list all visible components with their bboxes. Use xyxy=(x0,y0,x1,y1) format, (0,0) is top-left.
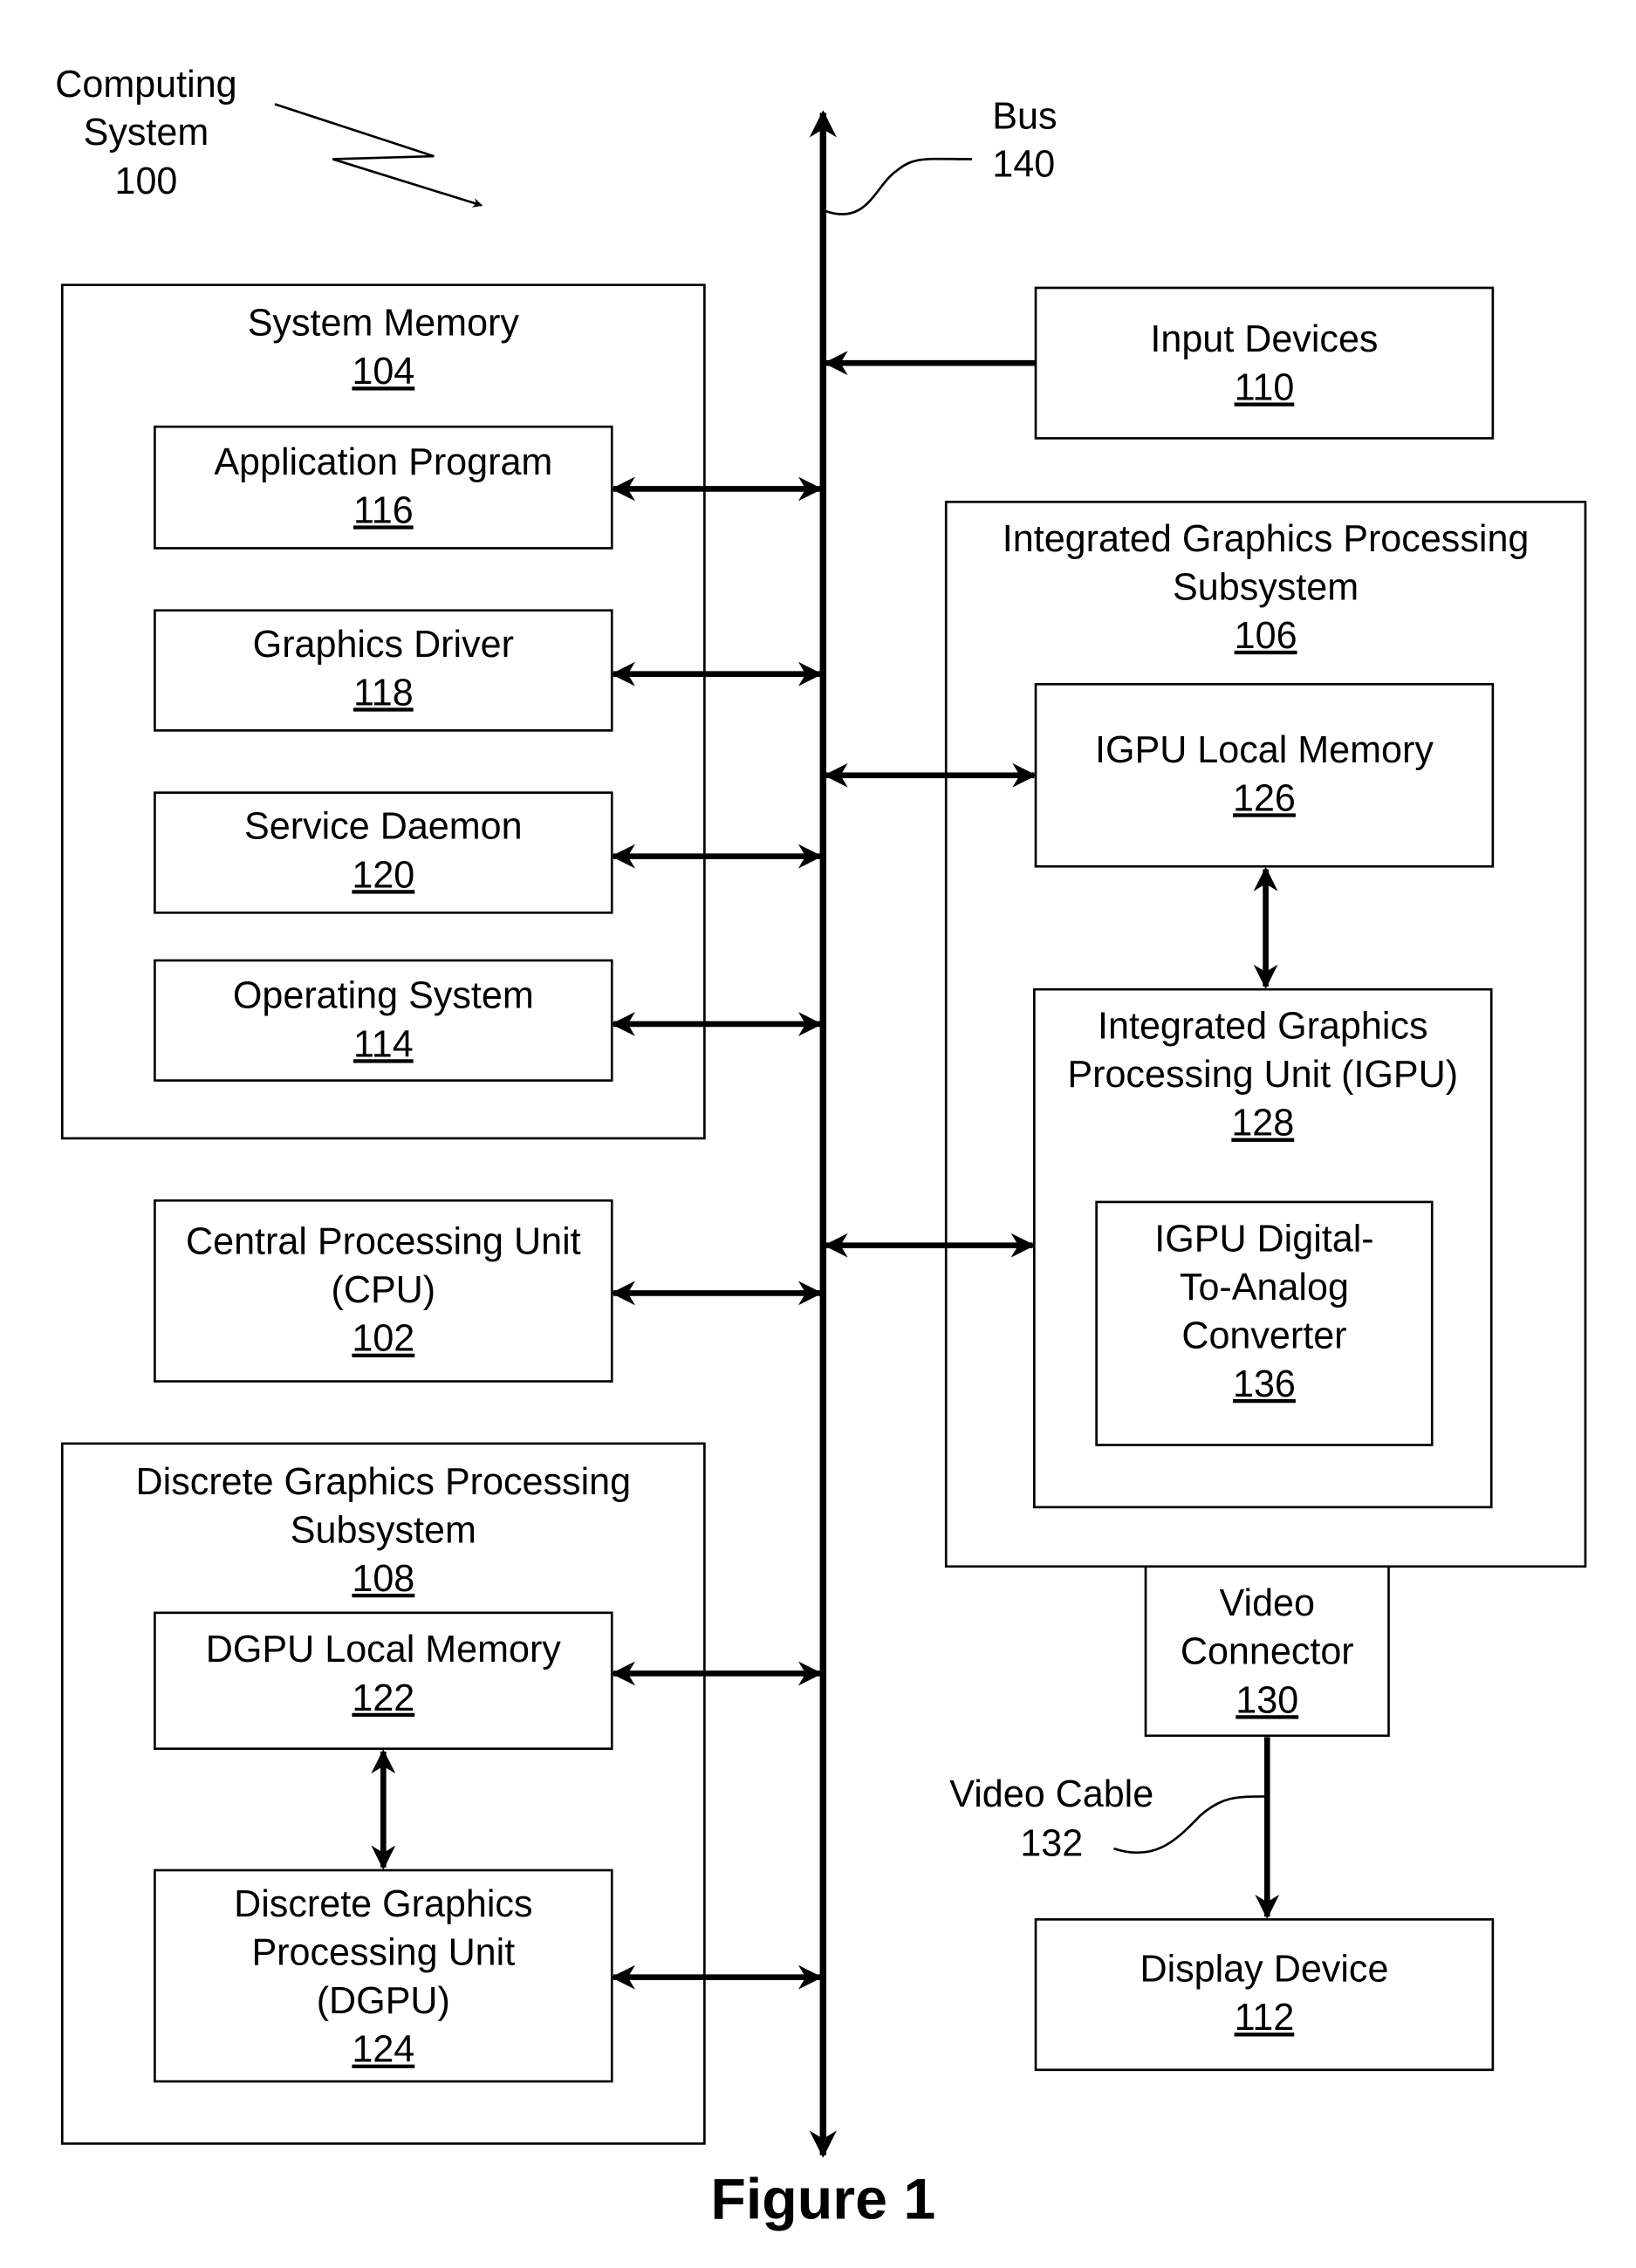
block-frame xyxy=(1034,682,1495,868)
block-title-line: Converter xyxy=(1181,1315,1346,1356)
video-cable-label: Video Cable xyxy=(949,1773,1153,1815)
block-title-line: IGPU Local Memory xyxy=(1095,729,1434,771)
block-ref-number: 102 xyxy=(352,1318,414,1360)
block-title-line: Discrete Graphics Processing xyxy=(136,1461,632,1503)
block-ref-number: 104 xyxy=(352,351,414,393)
block-title-line: Central Processing Unit xyxy=(186,1221,581,1263)
computing-system-label: Computing System 100 xyxy=(55,64,236,202)
block-ref-number: 124 xyxy=(352,2029,414,2071)
block-cpu: Central Processing Unit (CPU) 102 xyxy=(154,1199,613,1383)
block-title-line: Integrated Graphics xyxy=(1098,1006,1427,1048)
figure-caption: Figure 1 xyxy=(710,2168,935,2232)
block-graphics-driver: Graphics Driver 118 xyxy=(154,609,613,732)
block-ref-number: 128 xyxy=(1231,1103,1294,1144)
block-title-line: System Memory xyxy=(248,303,520,345)
block-title-line: Processing Unit (IGPU) xyxy=(1067,1054,1458,1096)
block-igpu-dac: IGPU Digital- To-Analog Converter 136 xyxy=(1095,1200,1434,1446)
block-title-line: Subsystem xyxy=(1173,566,1359,608)
block-title-line: Display Device xyxy=(1140,1949,1388,1991)
block-operating-system: Operating System 114 xyxy=(154,959,613,1082)
block-application-program: Application Program 116 xyxy=(154,425,613,550)
block-ref-number: 110 xyxy=(1235,366,1295,408)
block-title-line: Processing Unit xyxy=(251,1932,515,1974)
block-ref-number: 106 xyxy=(1235,615,1297,657)
block-service-daemon: Service Daemon 120 xyxy=(154,791,613,914)
block-frame xyxy=(1034,1918,1495,2072)
system-label-line2: System xyxy=(84,112,209,154)
block-ref-number: 126 xyxy=(1233,777,1296,819)
block-title-line: To-Analog xyxy=(1180,1267,1349,1308)
video-cable-ref: 132 xyxy=(1020,1822,1083,1864)
block-frame xyxy=(1034,286,1495,440)
block-ref-number: 116 xyxy=(353,489,414,531)
block-title-line: Graphics Driver xyxy=(253,624,514,666)
block-title-line: Video xyxy=(1220,1582,1315,1624)
system-label-ref: 100 xyxy=(114,161,177,202)
block-title-line: IGPU Digital- xyxy=(1154,1218,1373,1260)
block-title-line: Service Daemon xyxy=(244,806,523,848)
block-title-line: Operating System xyxy=(233,975,534,1017)
block-title-line: Connector xyxy=(1181,1631,1354,1673)
block-dgpu: Discrete Graphics Processing Unit (DGPU) 12… xyxy=(154,1868,613,2083)
block-input-devices: Input Devices 110 xyxy=(1034,286,1495,440)
bus-label: Bus xyxy=(992,96,1057,138)
system-label-line1: Computing xyxy=(55,64,236,106)
block-title-line: Discrete Graphics xyxy=(234,1883,532,1925)
bus-leader-line xyxy=(825,157,973,215)
block-ref-number: 130 xyxy=(1236,1679,1298,1721)
block-title-line: Integrated Graphics Processing xyxy=(1003,518,1530,560)
block-ref-number: 118 xyxy=(353,672,414,714)
block-video-connector: Video Connector 130 xyxy=(1144,1565,1390,1738)
bus-ref: 140 xyxy=(992,143,1055,185)
block-title-line: (DGPU) xyxy=(317,1980,450,2022)
block-ref-number: 108 xyxy=(352,1558,414,1600)
computing-system-diagram: Computing System 100 Bus 140 System Memo… xyxy=(55,64,1587,2232)
block-igpu-local-memory: IGPU Local Memory 126 xyxy=(1034,682,1495,868)
block-ref-number: 120 xyxy=(352,854,414,896)
zigzag-pointer-icon xyxy=(274,103,483,208)
block-ref-number: 114 xyxy=(353,1023,414,1065)
block-ref-number: 136 xyxy=(1233,1363,1296,1405)
block-title-line: DGPU Local Memory xyxy=(206,1629,562,1670)
block-title-line: Application Program xyxy=(214,441,552,483)
block-title-line: (CPU) xyxy=(331,1269,435,1311)
block-ref-number: 112 xyxy=(1235,1997,1295,2039)
block-ref-number: 122 xyxy=(352,1677,414,1719)
block-display-device: Display Device 112 xyxy=(1034,1918,1495,2072)
block-title-line: Input Devices xyxy=(1150,318,1378,360)
block-dgpu-local-memory: DGPU Local Memory 122 xyxy=(154,1611,613,1751)
block-title-line: Subsystem xyxy=(291,1509,476,1551)
